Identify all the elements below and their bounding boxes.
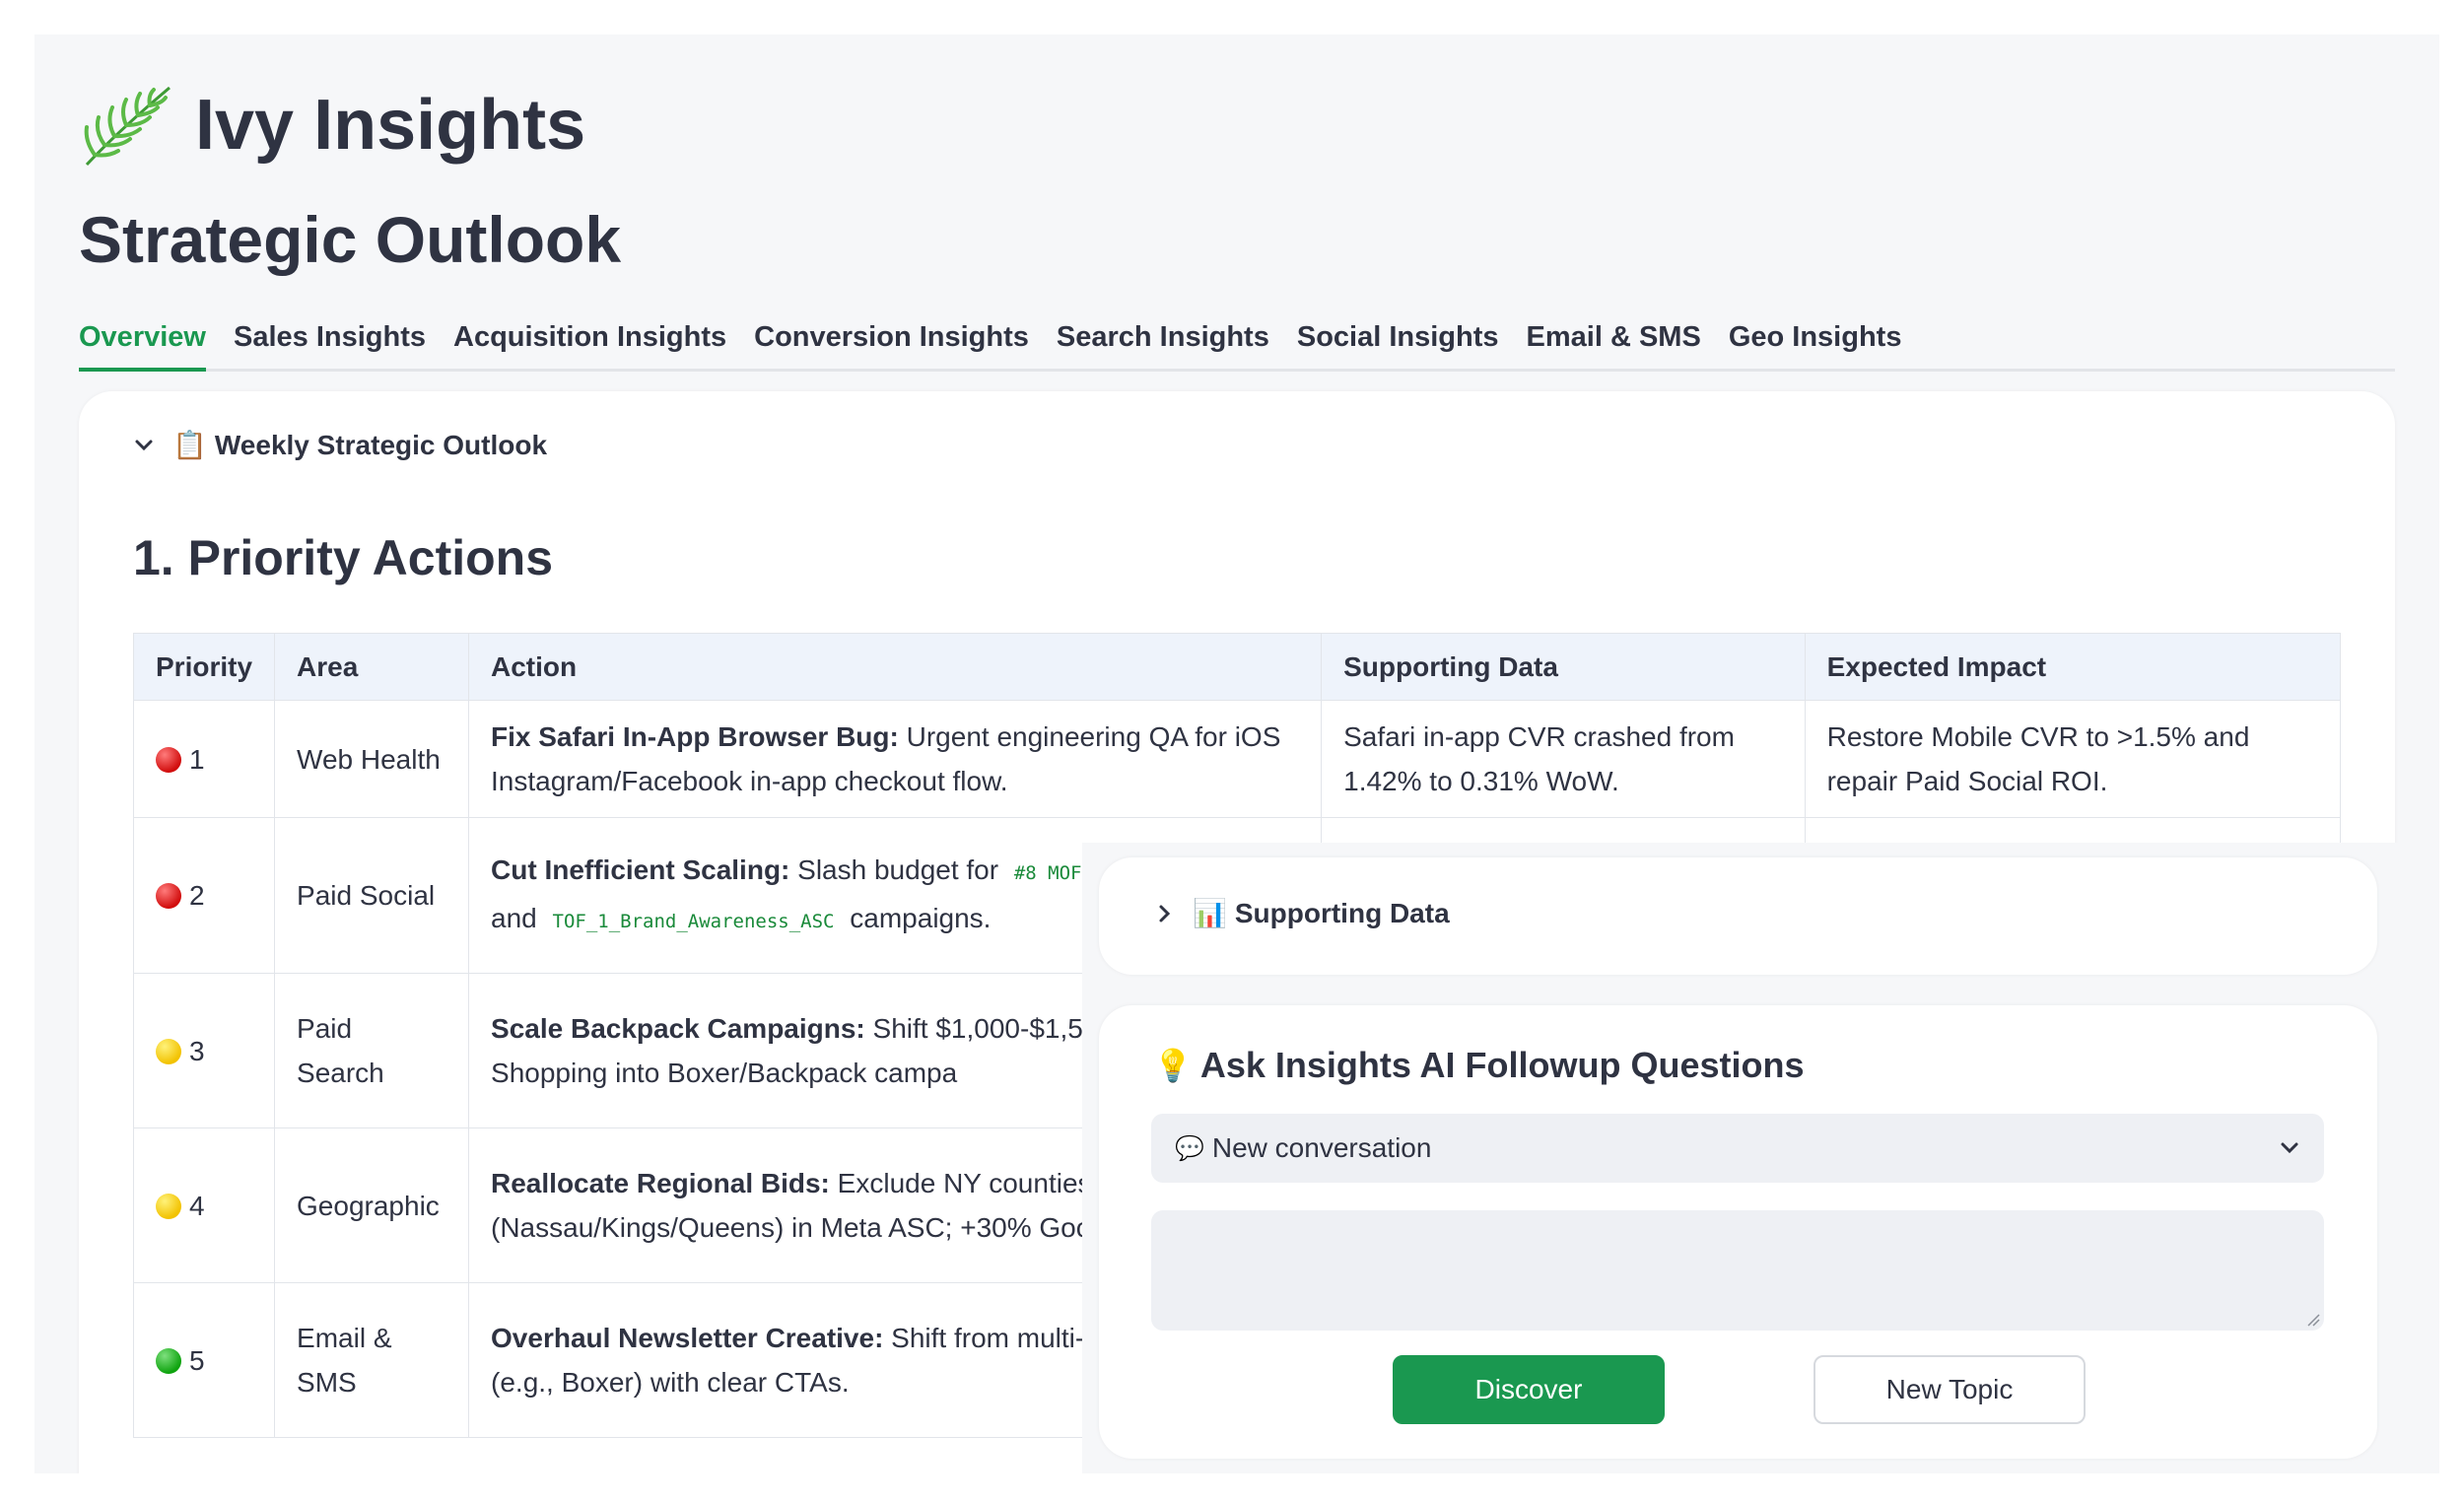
bar-chart-icon: 📊	[1193, 898, 1227, 928]
app-title: Ivy Insights	[195, 86, 586, 165]
supporting-data-expander[interactable]: 📊 Supporting Data	[1153, 897, 1450, 929]
ask-ai-card: 💡 Ask Insights AI Followup Questions 💬 N…	[1099, 1005, 2377, 1459]
campaign-code: #8 MOF	[1013, 861, 1082, 884]
tab-geo-insights[interactable]: Geo Insights	[1729, 312, 1902, 372]
action-title: Reallocate Regional Bids:	[491, 1168, 830, 1198]
tab-sales-insights[interactable]: Sales Insights	[234, 312, 426, 372]
discover-button[interactable]: Discover	[1393, 1355, 1665, 1424]
red-circle-icon	[156, 883, 181, 909]
impact-cell: Restore Mobile CVR to >1.5% and repair P…	[1804, 700, 2342, 818]
green-circle-icon	[156, 1347, 181, 1374]
conversation-select[interactable]: 💬 New conversation	[1151, 1114, 2324, 1183]
header-expected-impact: Expected Impact	[1804, 633, 2342, 701]
priority-cell: 2	[132, 817, 276, 974]
campaign-code: TOF_1_Brand_Awareness_ASC	[552, 910, 835, 932]
ask-ai-heading: 💡 Ask Insights AI Followup Questions	[1153, 1045, 1805, 1086]
yellow-circle-icon	[156, 1038, 181, 1064]
area-cell: Paid Social	[274, 817, 470, 974]
supporting-data-title: Supporting Data	[1234, 897, 1450, 928]
action-cell: Fix Safari In-App Browser Bug: Urgent en…	[468, 700, 1323, 818]
action-text: campaigns.	[842, 902, 992, 933]
weekly-outlook-expander[interactable]: 📋 Weekly Strategic Outlook	[133, 429, 547, 461]
area-cell: Paid Search	[274, 973, 470, 1128]
tab-acquisition-insights[interactable]: Acquisition Insights	[453, 312, 726, 372]
action-title: Overhaul Newsletter Creative:	[491, 1323, 884, 1353]
priority-actions-heading: 1. Priority Actions	[133, 530, 554, 585]
weekly-outlook-title: Weekly Strategic Outlook	[214, 429, 548, 460]
priority-cell: 5	[132, 1282, 276, 1438]
conversation-select-value: New conversation	[1211, 1132, 1432, 1163]
supporting-cell: Safari in-app CVR crashed from 1.42% to …	[1321, 700, 1806, 818]
action-title: Scale Backpack Campaigns:	[491, 1013, 865, 1044]
tab-email-sms[interactable]: Email & SMS	[1527, 312, 1701, 372]
priority-number: 4	[189, 1190, 205, 1221]
action-title: Cut Inefficient Scaling:	[491, 854, 790, 885]
priority-cell: 3	[132, 973, 276, 1128]
header-area: Area	[274, 633, 470, 701]
header-priority: Priority	[132, 633, 276, 701]
area-cell: Email & SMS	[274, 1282, 470, 1438]
question-input[interactable]	[1151, 1210, 2324, 1331]
priority-number: 3	[189, 1035, 205, 1066]
ask-ai-title: Ask Insights AI Followup Questions	[1199, 1045, 1805, 1085]
palm-leaf-icon	[84, 86, 171, 167]
area-cell: Geographic	[274, 1127, 470, 1283]
tab-search-insights[interactable]: Search Insights	[1057, 312, 1269, 372]
priority-number: 5	[189, 1344, 205, 1376]
priority-cell: 4	[132, 1127, 276, 1283]
header-supporting-data: Supporting Data	[1321, 633, 1806, 701]
table-header-row: Priority Area Action Supporting Data Exp…	[132, 633, 2342, 701]
chevron-down-icon	[2281, 1142, 2298, 1154]
action-text: Slash budget for	[789, 854, 1006, 885]
tab-overview[interactable]: Overview	[79, 312, 206, 372]
chevron-right-icon	[1159, 905, 1171, 922]
supporting-data-card: 📊 Supporting Data	[1099, 857, 2377, 975]
tab-social-insights[interactable]: Social Insights	[1297, 312, 1499, 372]
priority-cell: 1	[132, 700, 276, 818]
speech-bubble-icon: 💬	[1175, 1134, 1204, 1162]
yellow-circle-icon	[156, 1193, 181, 1219]
brand: Ivy Insights	[79, 82, 585, 169]
table-row: 1 Web Health Fix Safari In-App Browser B…	[132, 700, 2342, 818]
area-cell: Web Health	[274, 700, 470, 818]
tab-bar: Overview Sales Insights Acquisition Insi…	[79, 312, 2395, 372]
action-text: and	[491, 902, 545, 933]
new-topic-button[interactable]: New Topic	[1814, 1355, 2086, 1424]
clipboard-icon: 📋	[172, 430, 207, 460]
priority-number: 1	[189, 743, 205, 775]
chevron-down-icon	[135, 440, 153, 450]
resize-handle-icon[interactable]	[2306, 1313, 2320, 1327]
priority-number: 2	[189, 880, 205, 911]
action-title: Fix Safari In-App Browser Bug:	[491, 721, 899, 752]
app-window: Ivy Insights Strategic Outlook Overview …	[34, 34, 2439, 1473]
header-action: Action	[468, 633, 1323, 701]
side-panel: 📊 Supporting Data 💡 Ask Insights AI Foll…	[1082, 843, 2439, 1473]
tab-conversion-insights[interactable]: Conversion Insights	[754, 312, 1029, 372]
red-circle-icon	[156, 746, 181, 773]
page-title: Strategic Outlook	[79, 203, 622, 276]
lightbulb-icon: 💡	[1153, 1048, 1193, 1083]
